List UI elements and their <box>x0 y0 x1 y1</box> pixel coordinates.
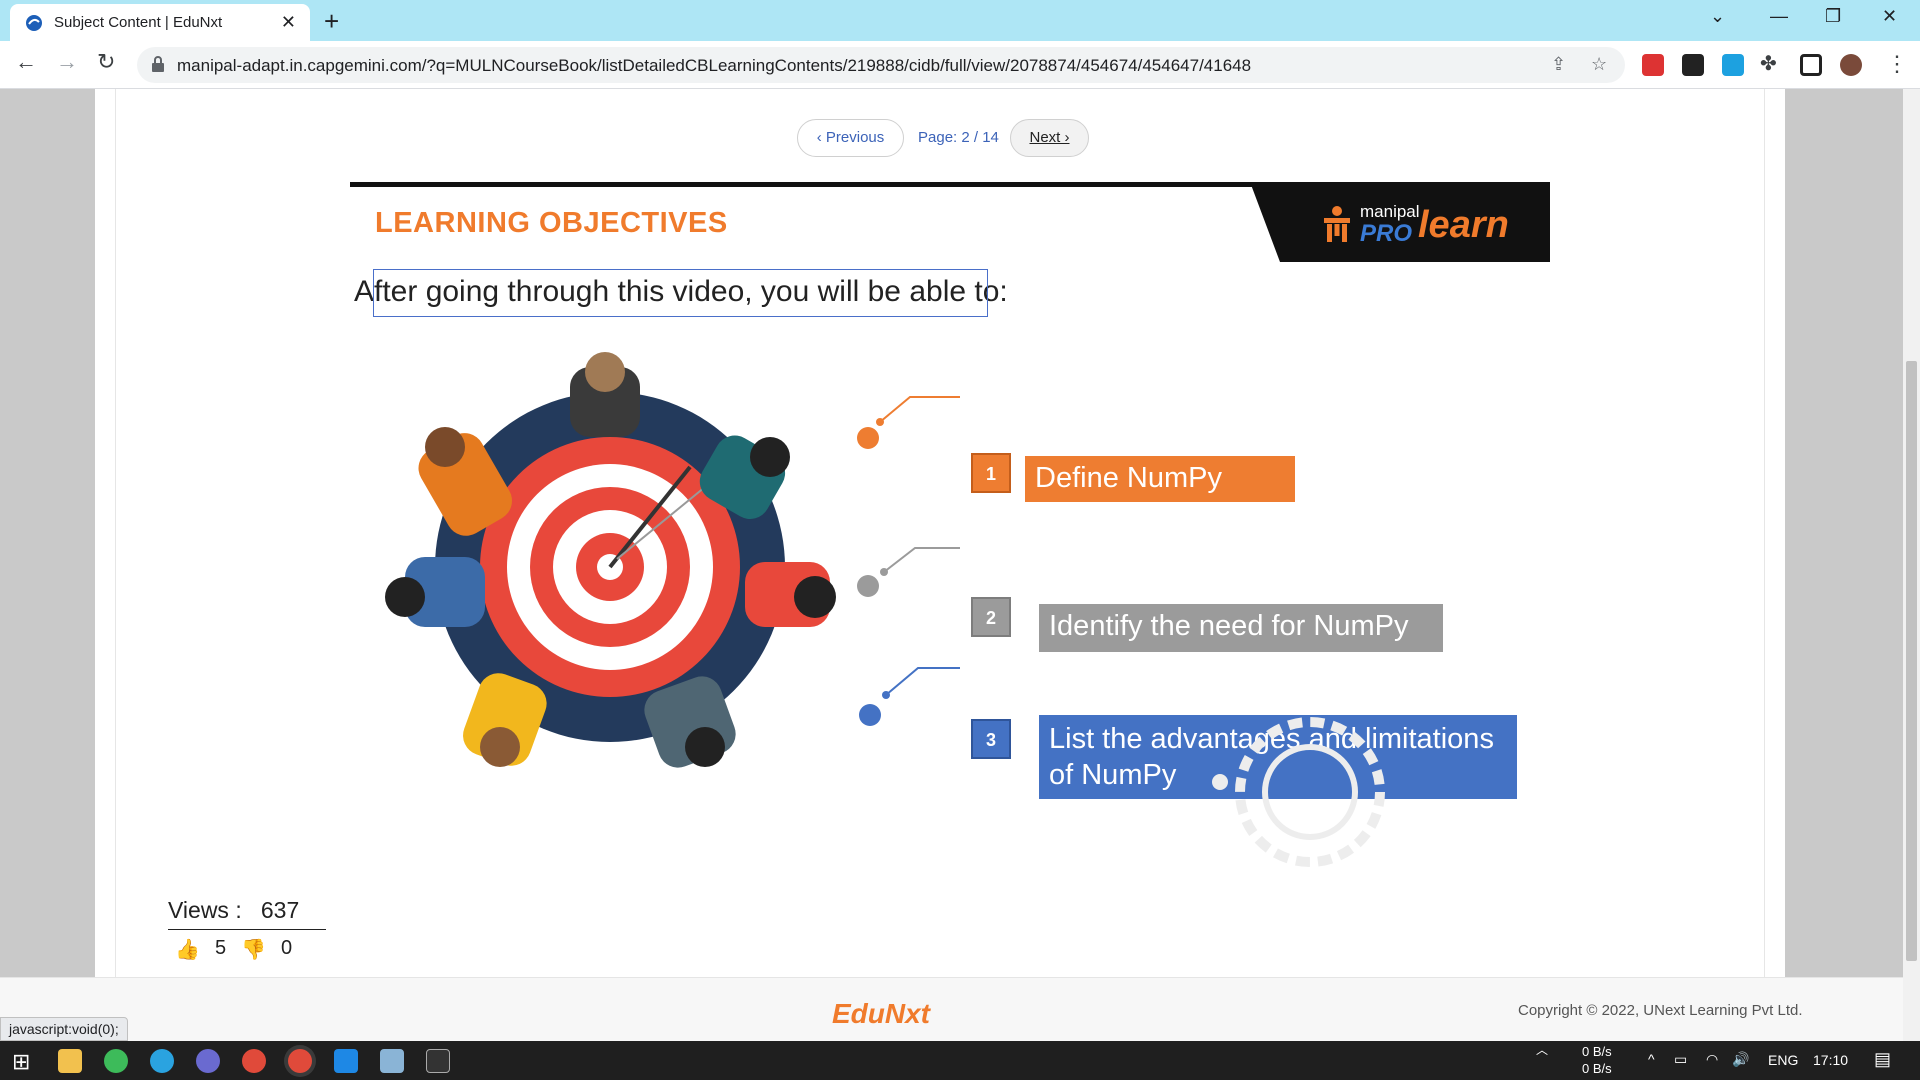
next-button[interactable]: Next › <box>1010 119 1089 157</box>
tray-chevron-icon[interactable]: ^ <box>1648 1051 1655 1067</box>
objective-3-number: 3 <box>971 719 1011 759</box>
scrollbar-thumb[interactable] <box>1906 361 1917 961</box>
net-upload: 0 B/s <box>1582 1044 1612 1059</box>
objective-2-number: 2 <box>971 597 1011 637</box>
side-panel-icon[interactable] <box>1800 54 1822 76</box>
new-tab-button[interactable]: + <box>324 6 339 37</box>
terminal-icon[interactable] <box>426 1049 450 1073</box>
objective-1-number: 1 <box>971 453 1011 493</box>
bookmark-star-icon[interactable]: ☆ <box>1591 54 1607 75</box>
page-indicator: Page: 2 / 14 <box>918 129 999 146</box>
status-bar-url: javascript:void(0); <box>0 1017 128 1041</box>
edunxt-favicon-icon <box>26 15 42 31</box>
image-viewer-icon[interactable] <box>380 1049 404 1073</box>
profile-avatar[interactable] <box>1840 54 1862 76</box>
vscode-icon[interactable] <box>334 1049 358 1073</box>
page-footer: EduNxt Copyright © 2022, UNext Learning … <box>0 977 1903 1041</box>
slide: manipal PRO learn LEARNING OBJECTIVES Af… <box>350 182 1550 872</box>
prolearn-person-icon <box>1324 206 1350 242</box>
tab-close-icon[interactable]: ✕ <box>281 12 296 33</box>
previous-button[interactable]: ‹ Previous <box>797 119 904 157</box>
thumbs-down-icon[interactable]: 👎 <box>241 937 266 962</box>
chrome-icon[interactable] <box>242 1049 266 1073</box>
copyright-text: Copyright © 2022, UNext Learning Pvt Ltd… <box>1518 1002 1803 1019</box>
volume-icon[interactable]: 🔊 <box>1732 1051 1749 1068</box>
share-icon[interactable]: ⇪ <box>1551 54 1566 75</box>
browser-tab-strip: Subject Content | EduNxt ✕ + ⌄ — ❐ ✕ <box>0 0 1920 41</box>
browser-toolbar: ← → ↻ manipal-adapt.in.capgemini.com/?q=… <box>0 41 1920 89</box>
objective-connectors <box>857 396 960 726</box>
wifi-icon[interactable]: ◠ <box>1706 1051 1718 1068</box>
clock-time[interactable]: 17:10 <box>1813 1052 1848 1068</box>
reload-button[interactable]: ↻ <box>97 49 115 75</box>
views-underline <box>168 929 326 930</box>
extension-pocket-icon[interactable] <box>1642 54 1664 76</box>
telegram-icon[interactable] <box>150 1049 174 1073</box>
team-target-illustration <box>385 352 836 768</box>
windows-start-icon[interactable]: ⊞ <box>12 1049 30 1075</box>
net-download: 0 B/s <box>1582 1061 1612 1076</box>
browser-tab[interactable]: Subject Content | EduNxt ✕ <box>10 4 310 41</box>
objective-2: Identify the need for NumPy <box>1039 604 1443 652</box>
subtitle-selection-box <box>373 269 988 317</box>
minimize-button[interactable]: — <box>1770 6 1788 27</box>
logo-manipal-text: manipal <box>1360 202 1420 221</box>
restore-button[interactable]: ❐ <box>1825 6 1841 27</box>
notifications-icon[interactable]: ▤ <box>1874 1049 1891 1070</box>
thumbs-up-icon[interactable]: 👍 <box>175 937 200 962</box>
chrome-active-icon[interactable] <box>288 1049 312 1073</box>
objective-1: Define NumPy <box>1025 456 1295 502</box>
back-button[interactable]: ← <box>15 49 37 75</box>
language-indicator[interactable]: ENG <box>1768 1052 1798 1068</box>
extension-s-icon[interactable] <box>1722 54 1744 76</box>
edunxt-logo: EduNxt <box>832 998 930 1029</box>
logo-learn-text: learn <box>1418 204 1509 246</box>
file-explorer-icon[interactable] <box>58 1049 82 1073</box>
browser-menu-icon[interactable]: ⋮ <box>1886 51 1908 77</box>
forward-button[interactable]: → <box>56 49 78 75</box>
extensions-puzzle-icon[interactable]: ✤ <box>1760 51 1777 76</box>
logo-pro-text: PRO <box>1360 220 1413 247</box>
views-count: 637 <box>260 897 300 923</box>
decorative-gear-graphic <box>1212 717 1385 867</box>
pager: ‹ Previous Page: 2 / 14 Next › <box>0 119 1903 159</box>
extension-dark-icon[interactable] <box>1682 54 1704 76</box>
network-chevron-up-icon[interactable]: ︿ <box>1536 1041 1548 1058</box>
tab-search-icon[interactable]: ⌄ <box>1710 6 1725 27</box>
page-viewport: ‹ Previous Page: 2 / 14 Next › manipal P… <box>0 89 1903 1041</box>
close-window-button[interactable]: ✕ <box>1882 6 1897 27</box>
slide-heading: LEARNING OBJECTIVES <box>375 207 728 239</box>
manipal-prolearn-logo: manipal PRO learn <box>1250 182 1550 262</box>
lock-icon <box>152 56 164 72</box>
app-green-icon[interactable] <box>104 1049 128 1073</box>
page-scrollbar[interactable] <box>1903 89 1920 1041</box>
app-purple-icon[interactable] <box>196 1049 220 1073</box>
likes-count: 5 <box>215 937 227 959</box>
tab-title: Subject Content | EduNxt <box>54 14 223 31</box>
url-text: manipal-adapt.in.capgemini.com/?q=MULNCo… <box>177 56 1252 75</box>
views-label: Views : 637 <box>168 897 300 923</box>
address-bar[interactable]: manipal-adapt.in.capgemini.com/?q=MULNCo… <box>137 47 1625 83</box>
dislikes-count: 0 <box>281 937 293 959</box>
battery-icon[interactable]: ▭ <box>1674 1051 1687 1068</box>
windows-taskbar: ⊞ ︿ 0 B/s 0 B/s ^ ▭ ◠ 🔊 ENG 17:10 ▤ <box>0 1041 1920 1080</box>
